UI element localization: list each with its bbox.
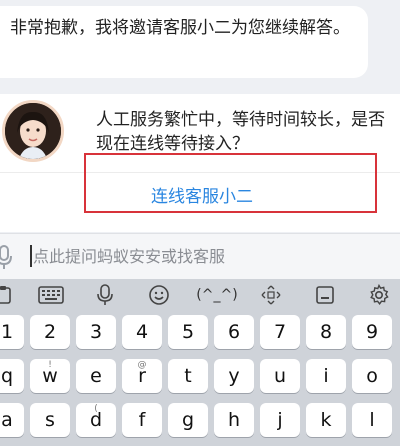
key-s[interactable]: s — [30, 403, 70, 437]
key-w-hint: ! — [48, 360, 52, 370]
agent-avatar-icon — [5, 103, 61, 159]
card-divider — [0, 172, 400, 173]
queue-message-line1: 人工服务繁忙中，等待时间较长，是否 — [96, 110, 385, 130]
key-k-label: k — [320, 409, 332, 431]
key-7[interactable]: 7 — [260, 315, 300, 349]
queue-message-line2: 现在连线等待接入？ — [96, 134, 249, 154]
key-1[interactable]: 1 — [0, 315, 24, 349]
key-l-label: l — [369, 409, 375, 431]
key-e[interactable]: e — [76, 359, 116, 393]
text-caret — [30, 245, 32, 267]
key-i[interactable]: i — [306, 359, 346, 393]
key-l[interactable]: l — [352, 403, 392, 437]
key-r-hint: @ — [137, 360, 147, 370]
message-bubble: 非常抱歉，我将邀请客服小二为您继续解答。 — [0, 6, 368, 78]
key-f[interactable]: f — [122, 403, 162, 437]
queue-message: 人工服务繁忙中，等待时间较长，是否 现在连线等待接入？ — [96, 108, 400, 156]
kaomoji-button[interactable]: (^_^) — [192, 281, 242, 309]
keyboard-switch-icon[interactable] — [30, 281, 72, 309]
key-o-label: o — [366, 365, 378, 387]
key-s-label: s — [45, 409, 55, 431]
key-u-label: u — [273, 365, 287, 387]
key-f-label: f — [138, 409, 146, 431]
key-a[interactable]: a — [0, 403, 24, 437]
keyboard-toolbar: (^_^) — [0, 279, 400, 311]
keyboard: (^_^) 1 2 3 4 5 6 7 8 9 q ! w e @ r t y u … — [0, 279, 400, 446]
question-input[interactable] — [33, 240, 373, 272]
clipboard-icon[interactable] — [0, 281, 24, 309]
key-e-label: e — [90, 365, 102, 387]
key-y-label: y — [228, 365, 240, 387]
key-5[interactable]: 5 — [168, 315, 208, 349]
agent-avatar — [2, 100, 64, 162]
voice-input-icon[interactable] — [84, 281, 126, 309]
key-h[interactable]: h — [214, 403, 254, 437]
key-i-label: i — [323, 365, 329, 387]
key-2[interactable]: 2 — [30, 315, 70, 349]
key-d-hint: ( — [94, 404, 98, 414]
key-r[interactable]: @ r — [122, 359, 162, 393]
key-g-label: g — [181, 409, 195, 431]
key-8[interactable]: 8 — [306, 315, 346, 349]
key-j-label: j — [277, 409, 283, 431]
input-bar — [0, 233, 400, 279]
key-t[interactable]: t — [168, 359, 208, 393]
key-3[interactable]: 3 — [76, 315, 116, 349]
key-q-label: q — [0, 365, 14, 387]
key-d[interactable]: (d — [76, 403, 116, 437]
key-a-label: a — [1, 409, 13, 431]
key-h-label: h — [227, 409, 241, 431]
key-6[interactable]: 6 — [214, 315, 254, 349]
emoji-icon[interactable] — [138, 281, 180, 309]
key-w[interactable]: ! w — [30, 359, 70, 393]
key-o[interactable]: o — [352, 359, 392, 393]
microphone-icon[interactable] — [0, 244, 14, 270]
settings-gear-icon[interactable] — [358, 281, 400, 309]
key-k[interactable]: k — [306, 403, 346, 437]
cursor-move-icon[interactable] — [250, 281, 292, 309]
chat-area: 非常抱歉，我将邀请客服小二为您继续解答。 人工服务繁忙中，等待时间较长，是否 现… — [0, 0, 400, 233]
key-4[interactable]: 4 — [122, 315, 162, 349]
key-9[interactable]: 9 — [352, 315, 392, 349]
key-t-label: t — [184, 365, 192, 387]
key-u[interactable]: u — [260, 359, 300, 393]
service-card: 人工服务繁忙中，等待时间较长，是否 现在连线等待接入？ 连线客服小二 — [0, 94, 400, 232]
key-y[interactable]: y — [214, 359, 254, 393]
key-g[interactable]: g — [168, 403, 208, 437]
keyboard-hide-icon[interactable] — [304, 281, 346, 309]
connect-agent-button[interactable]: 连线客服小二 — [0, 180, 400, 214]
key-q[interactable]: q — [0, 359, 24, 393]
key-j[interactable]: j — [260, 403, 300, 437]
